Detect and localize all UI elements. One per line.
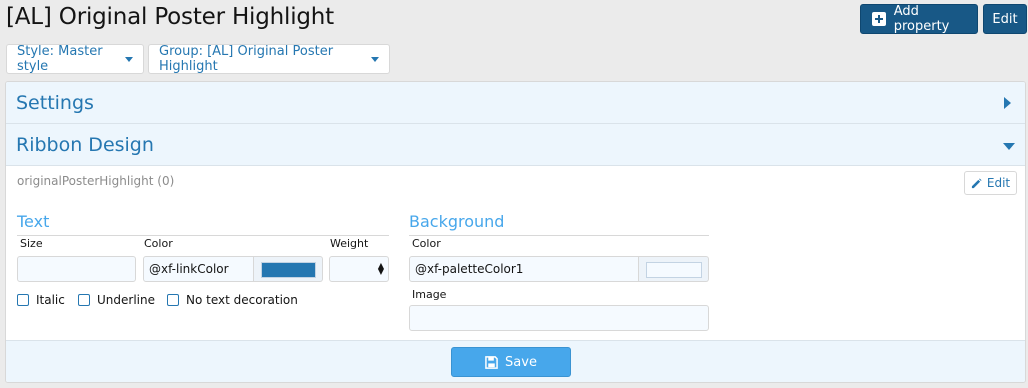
settings-section-header[interactable]: Settings [6, 82, 1025, 124]
ribbon-design-section-title: Ribbon Design [16, 133, 154, 156]
select-arrows-icon: ▲ ▼ [377, 261, 384, 276]
text-color-swatch [261, 262, 316, 278]
caret-down-icon [125, 57, 133, 62]
add-property-label: Add property [893, 4, 950, 34]
background-color-picker[interactable] [639, 256, 709, 282]
underline-checkbox[interactable]: Underline [78, 293, 155, 307]
background-color-input[interactable]: @xf-paletteColor1 [409, 256, 639, 282]
checkbox-icon [17, 294, 29, 306]
save-label: Save [505, 354, 537, 370]
edit-button[interactable]: Edit [983, 4, 1027, 34]
image-input[interactable] [409, 305, 709, 331]
style-filter-label: Style: Master style [17, 44, 103, 74]
size-label: Size [20, 237, 43, 250]
property-edit-label: Edit [986, 176, 1011, 190]
group-filter-label: Group: [AL] Original Poster Highlight [159, 44, 334, 74]
background-group-title: Background [409, 212, 505, 231]
edit-label: Edit [992, 11, 1018, 27]
caret-down-icon [371, 57, 379, 62]
checkbox-icon [78, 294, 90, 306]
text-color-picker[interactable] [254, 256, 323, 282]
italic-checkbox[interactable]: Italic [17, 293, 65, 307]
page-title: [AL] Original Poster Highlight [6, 4, 334, 30]
settings-section-title: Settings [16, 91, 94, 114]
pencil-icon [971, 177, 982, 188]
italic-label: Italic [36, 293, 65, 307]
chevron-right-icon [1004, 97, 1011, 109]
no-text-decoration-label: No text decoration [186, 293, 298, 307]
weight-select[interactable]: ▲ ▼ [329, 256, 389, 282]
background-color-label: Color [412, 237, 441, 250]
style-property-block: Settings Ribbon Design originalPosterHig… [5, 81, 1026, 383]
underline-label: Underline [97, 293, 155, 307]
text-group-title: Text [17, 212, 50, 231]
image-label: Image [412, 288, 447, 301]
background-group-divider [409, 235, 709, 236]
text-group-divider [17, 235, 389, 236]
style-filter-dropdown[interactable]: Style: Master style [6, 44, 144, 74]
weight-label: Weight [330, 237, 369, 250]
size-input[interactable] [17, 256, 136, 282]
add-property-button[interactable]: Add property [860, 4, 978, 34]
group-filter-dropdown[interactable]: Group: [AL] Original Poster Highlight [148, 44, 390, 74]
checkbox-icon [167, 294, 179, 306]
property-edit-button[interactable]: Edit [964, 171, 1017, 195]
text-color-input[interactable]: @xf-linkColor [143, 256, 254, 282]
property-name: originalPosterHighlight (0) [17, 174, 175, 188]
ribbon-design-section-header[interactable]: Ribbon Design [6, 124, 1025, 166]
background-color-swatch [646, 262, 702, 278]
no-text-decoration-checkbox[interactable]: No text decoration [167, 293, 298, 307]
save-button[interactable]: Save [451, 347, 571, 377]
plus-icon [872, 12, 886, 26]
form-footer: Save [6, 340, 1025, 382]
text-color-label: Color [144, 237, 173, 250]
save-icon [485, 355, 498, 369]
chevron-down-icon [1003, 143, 1015, 150]
